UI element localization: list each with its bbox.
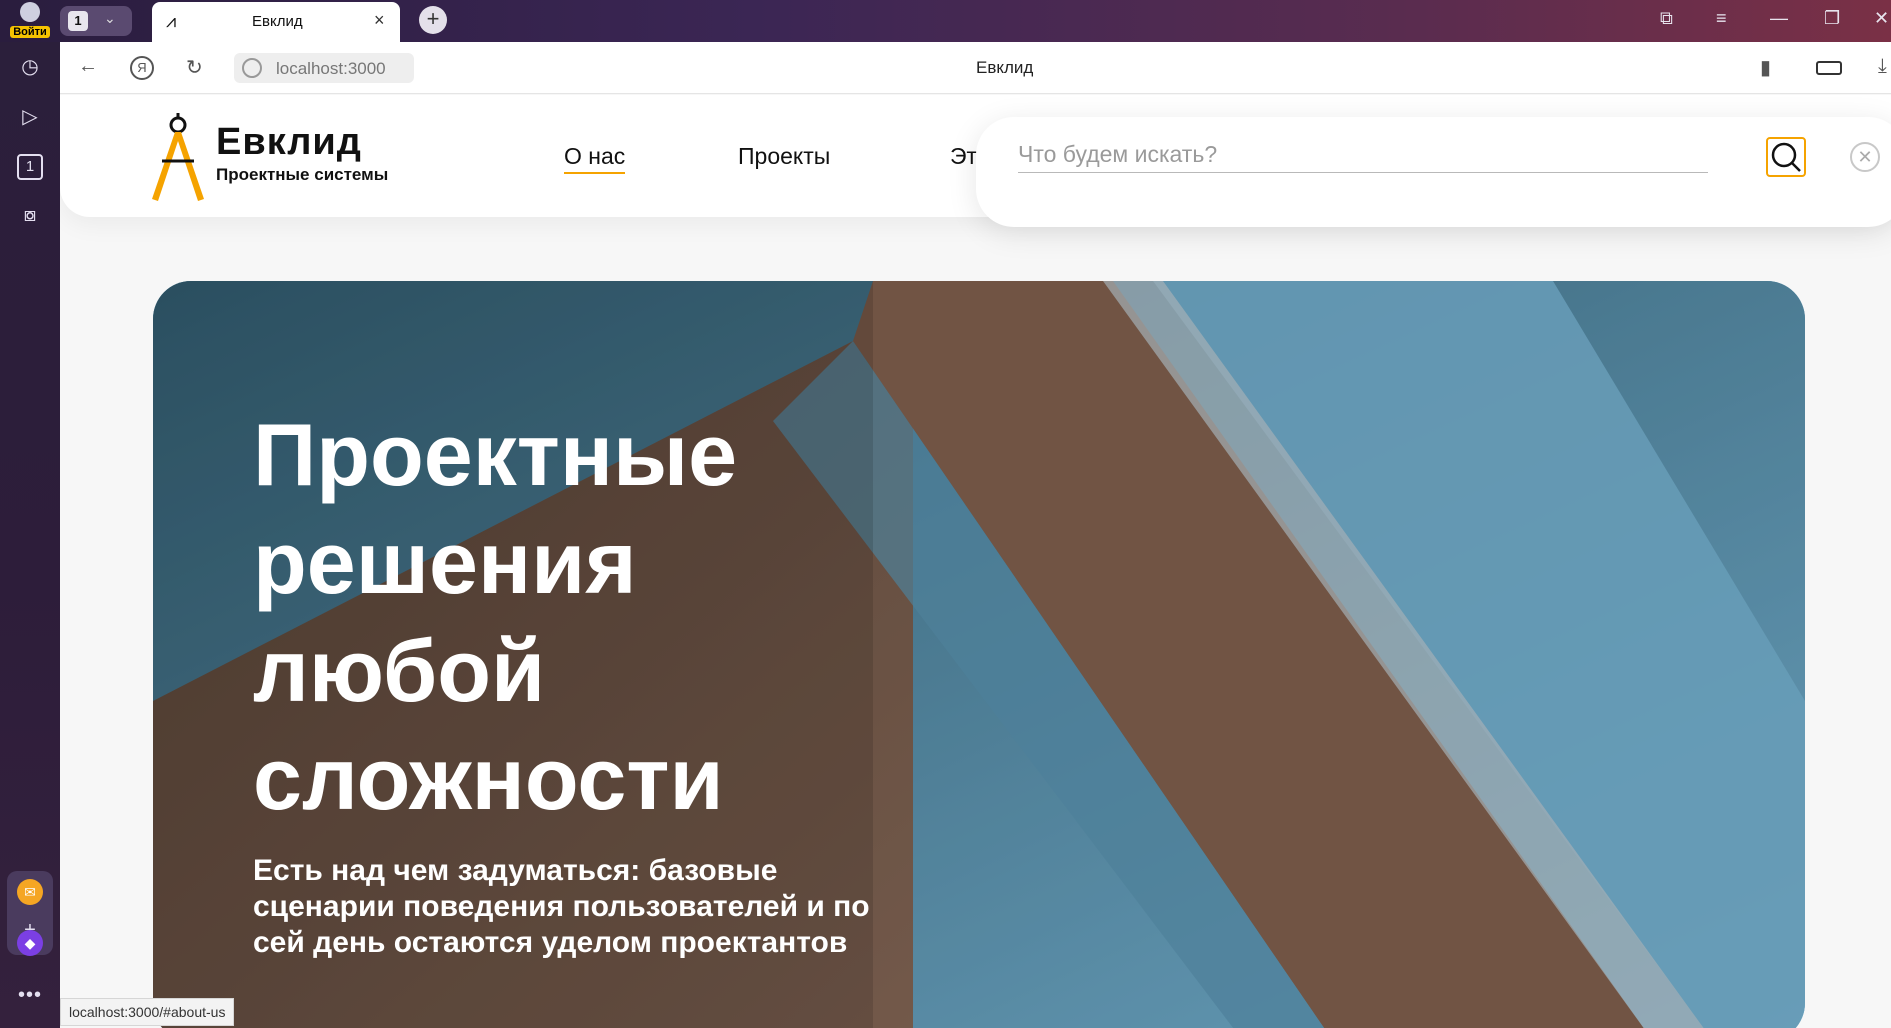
page-title: Евклид bbox=[976, 58, 1034, 77]
nav-stages[interactable]: Эт bbox=[950, 143, 977, 170]
more-icon[interactable]: ••• bbox=[17, 984, 43, 1010]
mail-app-icon[interactable]: ✉ bbox=[17, 879, 43, 905]
user-avatar-icon bbox=[20, 2, 40, 22]
nav-projects[interactable]: Проекты bbox=[738, 143, 830, 170]
compass-favicon-icon: ⩘ bbox=[166, 11, 177, 31]
bookmark-icon[interactable]: ▮ bbox=[1760, 55, 1771, 80]
search-button[interactable] bbox=[1766, 137, 1806, 177]
restore-icon[interactable]: ❐ bbox=[1824, 8, 1840, 29]
compass-logo-icon bbox=[152, 113, 204, 201]
hero-headline: Проектные решения любой сложности bbox=[253, 405, 738, 828]
back-arrow-icon[interactable]: ← bbox=[78, 55, 98, 78]
search-panel: ✕ bbox=[976, 117, 1891, 227]
profile-button[interactable]: Войти bbox=[6, 2, 54, 38]
login-label: Войти bbox=[10, 26, 50, 38]
search-input[interactable] bbox=[1018, 137, 1708, 173]
new-tab-button[interactable]: + bbox=[419, 6, 447, 34]
hero-subtitle: Есть над чем задуматься: базовые сценари… bbox=[253, 854, 870, 959]
close-window-icon[interactable]: ✕ bbox=[1874, 8, 1889, 29]
yandex-home-icon[interactable]: Я bbox=[130, 56, 154, 80]
tab-count: 1 bbox=[68, 11, 88, 31]
hero-banner: Проектные решения любой сложности Есть н… bbox=[153, 281, 1805, 1028]
screenshot-icon[interactable]: ⧇ bbox=[17, 204, 43, 230]
menu-icon[interactable]: ≡ bbox=[1716, 8, 1727, 29]
site-logo[interactable]: Евклид Проектные системы bbox=[148, 113, 448, 203]
web-page: Евклид Проектные системы О нас Проекты Э… bbox=[60, 95, 1891, 1028]
download-icon[interactable]: ⤓ bbox=[1878, 55, 1887, 78]
tabs-panel-icon[interactable]: 1 bbox=[17, 154, 43, 180]
address-bar: ← Я ↻ localhost:3000 Евклид ▮ ⤓ bbox=[60, 42, 1891, 94]
browser-sidebar: ◷ ▷ 1 ⧇ ✉ + ◆ ••• bbox=[0, 42, 60, 1028]
tab-title: Евклид bbox=[252, 13, 303, 30]
clear-search-button[interactable]: ✕ bbox=[1850, 142, 1880, 172]
url-field[interactable]: localhost:3000 bbox=[234, 53, 414, 83]
url-text: localhost:3000 bbox=[276, 59, 386, 78]
browser-titlebar: Войти 1 ⌄ ⩘ Евклид × + ⧉ ≡ — ❐ ✕ bbox=[0, 0, 1891, 42]
tab-counter-button[interactable]: 1 ⌄ bbox=[60, 6, 132, 36]
collections-icon[interactable]: ⧉ bbox=[1660, 8, 1673, 29]
brand-name: Евклид bbox=[216, 121, 362, 163]
chevron-down-icon: ⌄ bbox=[104, 10, 116, 26]
battery-saver-icon[interactable] bbox=[1816, 61, 1842, 75]
minimize-icon[interactable]: — bbox=[1770, 8, 1788, 29]
close-tab-icon[interactable]: × bbox=[374, 10, 385, 31]
video-play-icon[interactable]: ▷ bbox=[17, 104, 43, 130]
status-bar-url: localhost:3000/#about-us bbox=[60, 998, 235, 1026]
site-info-icon[interactable] bbox=[242, 58, 262, 78]
history-icon[interactable]: ◷ bbox=[17, 54, 43, 80]
alice-assistant-icon[interactable]: ◆ bbox=[17, 930, 43, 956]
brand-tagline: Проектные системы bbox=[216, 165, 389, 184]
nav-about[interactable]: О нас bbox=[564, 143, 626, 174]
browser-tab[interactable]: ⩘ Евклид × bbox=[152, 2, 400, 42]
reload-icon[interactable]: ↻ bbox=[186, 55, 203, 80]
search-icon bbox=[1771, 142, 1801, 172]
